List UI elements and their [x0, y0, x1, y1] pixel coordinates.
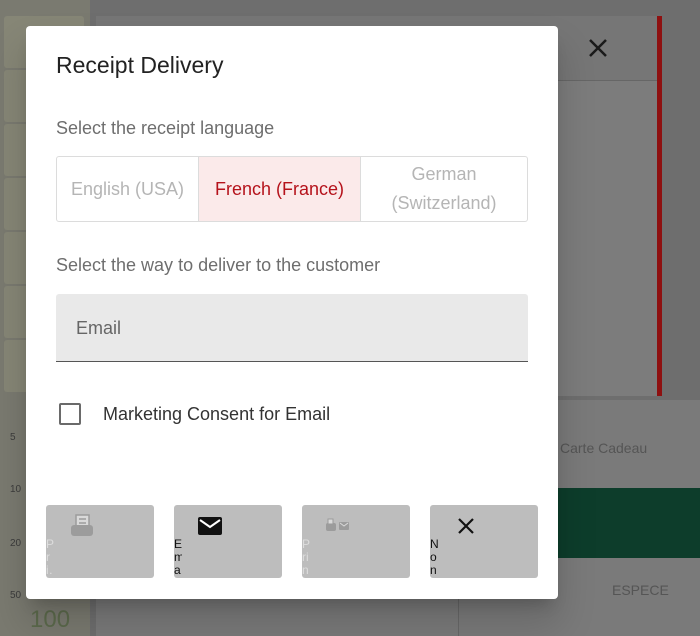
language-option-english[interactable]: English (USA) [57, 157, 199, 221]
consent-label: Marketing Consent for Email [103, 403, 331, 424]
marketing-consent[interactable]: Marketing Consent for Email [59, 403, 330, 425]
cash-label: ESPECE [612, 582, 669, 598]
email-button-label: Ema… [174, 538, 182, 577]
print-button[interactable]: Pri… [46, 505, 154, 578]
print-and-email-button-label: Prin… [302, 538, 310, 577]
gift-card-label: Carte Cadeau [560, 440, 648, 456]
receipt-delivery-dialog: Receipt Delivery Select the receipt lang… [26, 26, 558, 599]
bill-value: 100 [30, 606, 71, 633]
print-button-label: Pri… [46, 538, 54, 577]
no-receipt-button[interactable]: Non… [430, 505, 538, 578]
language-prompt: Select the receipt language [56, 118, 275, 138]
no-receipt-button-label: Non… [430, 538, 438, 577]
printer-icon [71, 514, 93, 536]
language-toggle-group: English (USA) French (France) German (Sw… [56, 156, 528, 222]
language-option-german[interactable]: German (Switzerland) [361, 157, 527, 221]
print-email-icon [326, 518, 349, 531]
bill-label: 20 [10, 538, 22, 549]
delivery-prompt: Select the way to deliver to the custome… [56, 255, 381, 275]
close-icon [458, 518, 474, 534]
delivery-method-select[interactable]: Email [56, 294, 528, 362]
delivery-method-value: Email [76, 318, 122, 338]
print-and-email-button[interactable]: Prin… [302, 505, 410, 578]
email-button[interactable]: Ema… [174, 505, 282, 578]
consent-checkbox[interactable] [59, 403, 81, 425]
bill-label: 50 [10, 590, 22, 601]
bill-label: 5 [10, 432, 16, 443]
accent-divider [657, 16, 662, 396]
dialog-title: Receipt Delivery [56, 52, 224, 78]
language-option-french[interactable]: French (France) [199, 157, 361, 221]
bill-label: 10 [10, 484, 22, 495]
close-icon [589, 39, 607, 57]
email-icon [198, 517, 222, 535]
